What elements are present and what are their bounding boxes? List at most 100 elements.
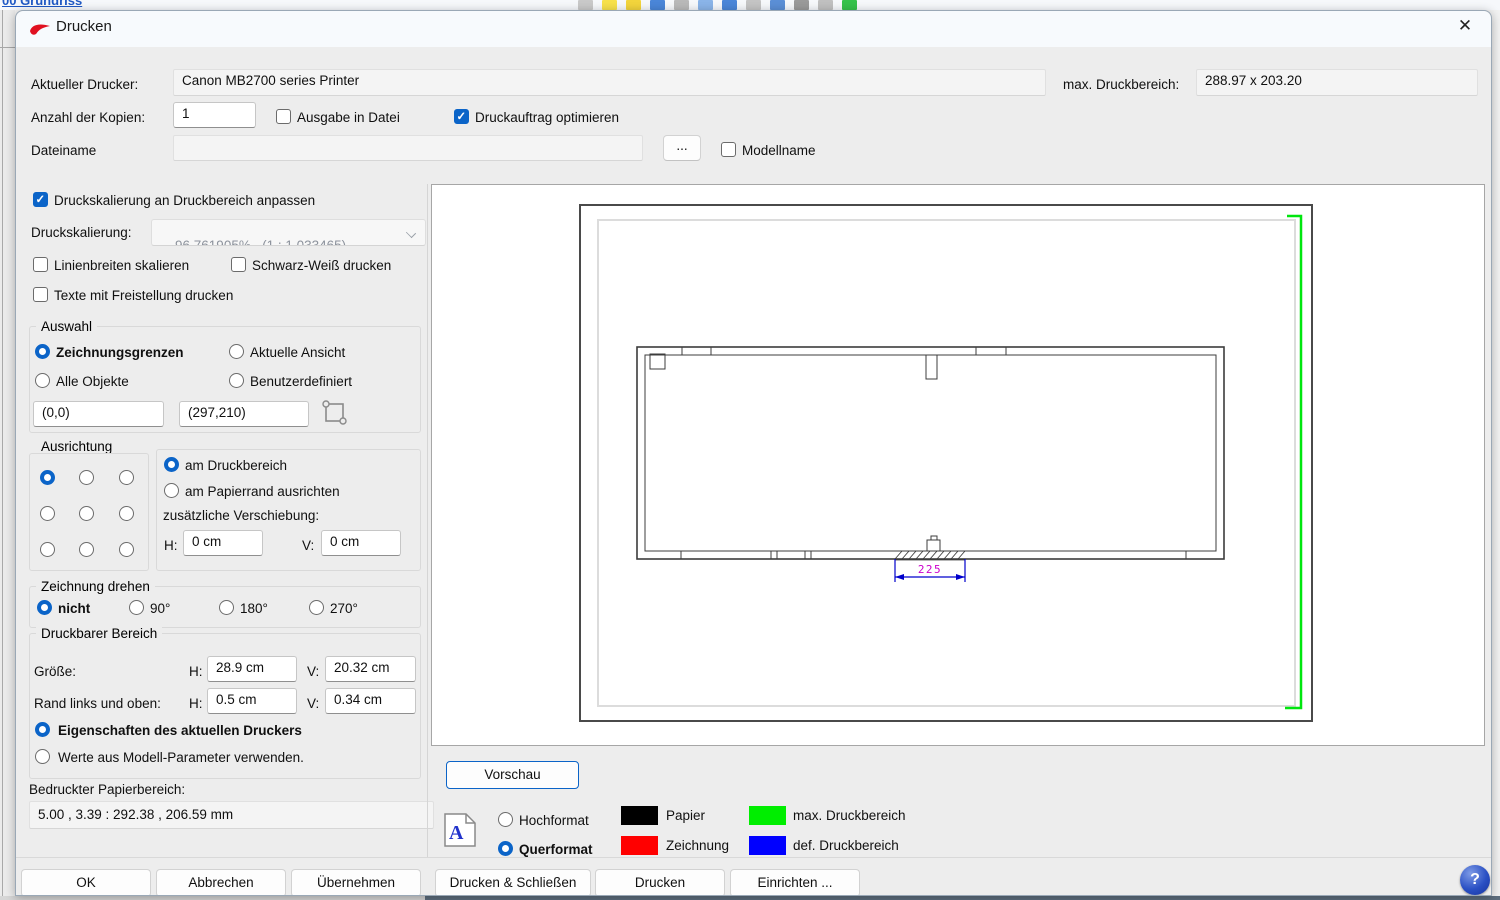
printer-label: Aktueller Drucker: (31, 77, 138, 93)
scaling-dropdown[interactable]: 96.761905% (1 : 1.033465) (151, 219, 426, 246)
radio-am-druckbereich[interactable] (164, 457, 179, 472)
print-button[interactable]: Drucken (595, 869, 725, 896)
legend-swatch-def-druckbereich (749, 836, 786, 855)
radio-printer-properties[interactable] (35, 722, 50, 737)
radio-rotate-90[interactable] (129, 600, 144, 615)
radio-am-papierrand[interactable] (164, 483, 179, 498)
dimension-text: 225 (918, 563, 942, 576)
shift-v-input[interactable]: 0 cm (321, 530, 401, 556)
help-button[interactable]: ? (1460, 865, 1490, 895)
radio-rotate-none-label: nicht (58, 601, 90, 617)
ausrichtung-title: Ausrichtung (36, 439, 117, 454)
filename-label: Dateiname (31, 143, 96, 159)
radio-aktuelle-ansicht[interactable] (229, 344, 244, 359)
apply-button[interactable]: Übernehmen (291, 869, 421, 896)
radio-benutzerdefiniert[interactable] (229, 373, 244, 388)
background-toolbar-icons (578, 0, 857, 10)
linewidths-checkbox[interactable] (33, 257, 48, 272)
radio-rotate-270[interactable] (309, 600, 324, 615)
margin-h-input[interactable]: 0.5 cm (207, 688, 297, 714)
radio-alle-objekte-label: Alle Objekte (56, 374, 129, 390)
radio-querformat[interactable] (498, 841, 513, 856)
browse-button[interactable]: ... (663, 135, 701, 161)
radio-zeichnungsgrenzen[interactable] (35, 344, 50, 359)
radio-rotate-none[interactable] (37, 600, 52, 615)
modelname-label: Modellname (742, 143, 816, 159)
legend-label-zeichnung: Zeichnung (666, 838, 729, 854)
paper-area-label: Bedruckter Papierbereich: (29, 782, 185, 798)
copies-label: Anzahl der Kopien: (31, 110, 145, 126)
file-output-checkbox[interactable] (276, 109, 291, 124)
align-radio-1[interactable] (40, 470, 55, 485)
print-close-button[interactable]: Drucken & Schließen (435, 869, 591, 896)
max-printarea-label: max. Druckbereich: (1063, 77, 1179, 93)
align-radio-6[interactable] (119, 506, 134, 521)
radio-rotate-90-label: 90° (150, 601, 170, 617)
page-orientation-icon: A (440, 811, 480, 849)
app-logo-icon (29, 22, 52, 37)
size-h-label: H: (189, 664, 203, 680)
align-radio-9[interactable] (119, 542, 134, 557)
radio-alle-objekte[interactable] (35, 373, 50, 388)
shift-h-input[interactable]: 0 cm (183, 530, 263, 556)
background-app-bottom-strip (0, 896, 1500, 900)
radio-model-params[interactable] (35, 749, 50, 764)
setup-button[interactable]: Einrichten ... (730, 869, 860, 896)
size-h-input[interactable]: 28.9 cm (207, 656, 297, 682)
preview-canvas: 225 (432, 185, 1484, 745)
legend-label-papier: Papier (666, 808, 705, 824)
align-radio-5[interactable] (79, 506, 94, 521)
radio-querformat-label: Querformat (519, 842, 593, 858)
close-icon[interactable]: ✕ (1453, 16, 1477, 36)
filename-input[interactable] (173, 135, 643, 161)
print-dialog: Drucken ✕ Aktueller Drucker: Canon MB270… (15, 10, 1492, 896)
modelname-checkbox[interactable] (721, 142, 736, 157)
align-radio-2[interactable] (79, 470, 94, 485)
radio-zeichnungsgrenzen-label: Zeichnungsgrenzen (56, 345, 184, 361)
radio-benutzerdefiniert-label: Benutzerdefiniert (250, 374, 352, 390)
scaling-value: 96.761905% (1 : 1.033465) (175, 238, 346, 246)
knockout-label: Texte mit Freistellung drucken (54, 288, 233, 304)
vorschau-button[interactable]: Vorschau (446, 761, 579, 789)
radio-printer-properties-label: Eigenschaften des aktuellen Druckers (58, 723, 302, 739)
radio-hochformat[interactable] (498, 812, 513, 827)
background-app-left-strip (0, 10, 15, 900)
size-label: Größe: (34, 664, 76, 680)
radio-rotate-180[interactable] (219, 600, 234, 615)
paper-area-value: 5.00 , 3.39 : 292.38 , 206.59 mm (29, 801, 434, 829)
margin-label: Rand links und oben: (34, 696, 161, 712)
legend-swatch-max-druckbereich (749, 806, 786, 825)
drehen-title: Zeichnung drehen (36, 579, 155, 594)
ok-button[interactable]: OK (21, 869, 151, 896)
knockout-checkbox[interactable] (33, 287, 48, 302)
range-to-input[interactable]: (297,210) (179, 401, 309, 427)
radio-rotate-270-label: 270° (330, 601, 358, 617)
margin-v-label: V: (307, 696, 319, 712)
align-radio-4[interactable] (40, 506, 55, 521)
range-from-input[interactable]: (0,0) (33, 401, 164, 427)
optimize-checkbox[interactable] (454, 109, 469, 124)
margin-h-label: H: (189, 696, 203, 712)
size-v-input[interactable]: 20.32 cm (325, 656, 416, 682)
margin-v-input[interactable]: 0.34 cm (325, 688, 416, 714)
align-radio-3[interactable] (119, 470, 134, 485)
cancel-button[interactable]: Abbrechen (156, 869, 286, 896)
legend-swatch-zeichnung (621, 836, 658, 855)
legend-label-def-druckbereich: def. Druckbereich (793, 838, 899, 854)
align-radio-7[interactable] (40, 542, 55, 557)
bw-checkbox[interactable] (231, 257, 246, 272)
copies-input[interactable]: 1 (173, 102, 256, 128)
footer-separator (16, 857, 1492, 858)
radio-model-params-label: Werte aus Modell-Parameter verwenden. (58, 750, 304, 766)
radio-hochformat-label: Hochformat (519, 813, 589, 829)
size-v-label: V: (307, 664, 319, 680)
rubber-band-select-icon[interactable] (321, 399, 349, 427)
fit-to-printarea-checkbox[interactable] (33, 192, 48, 207)
svg-text:A: A (449, 822, 464, 844)
printer-field[interactable]: Canon MB2700 series Printer (173, 69, 1046, 96)
legend-label-max-druckbereich: max. Druckbereich (793, 808, 906, 824)
scaling-label: Druckskalierung: (31, 225, 132, 241)
background-app-top-strip: 00 Grundriss (0, 0, 1500, 10)
bw-label: Schwarz-Weiß drucken (252, 258, 391, 274)
align-radio-8[interactable] (79, 542, 94, 557)
